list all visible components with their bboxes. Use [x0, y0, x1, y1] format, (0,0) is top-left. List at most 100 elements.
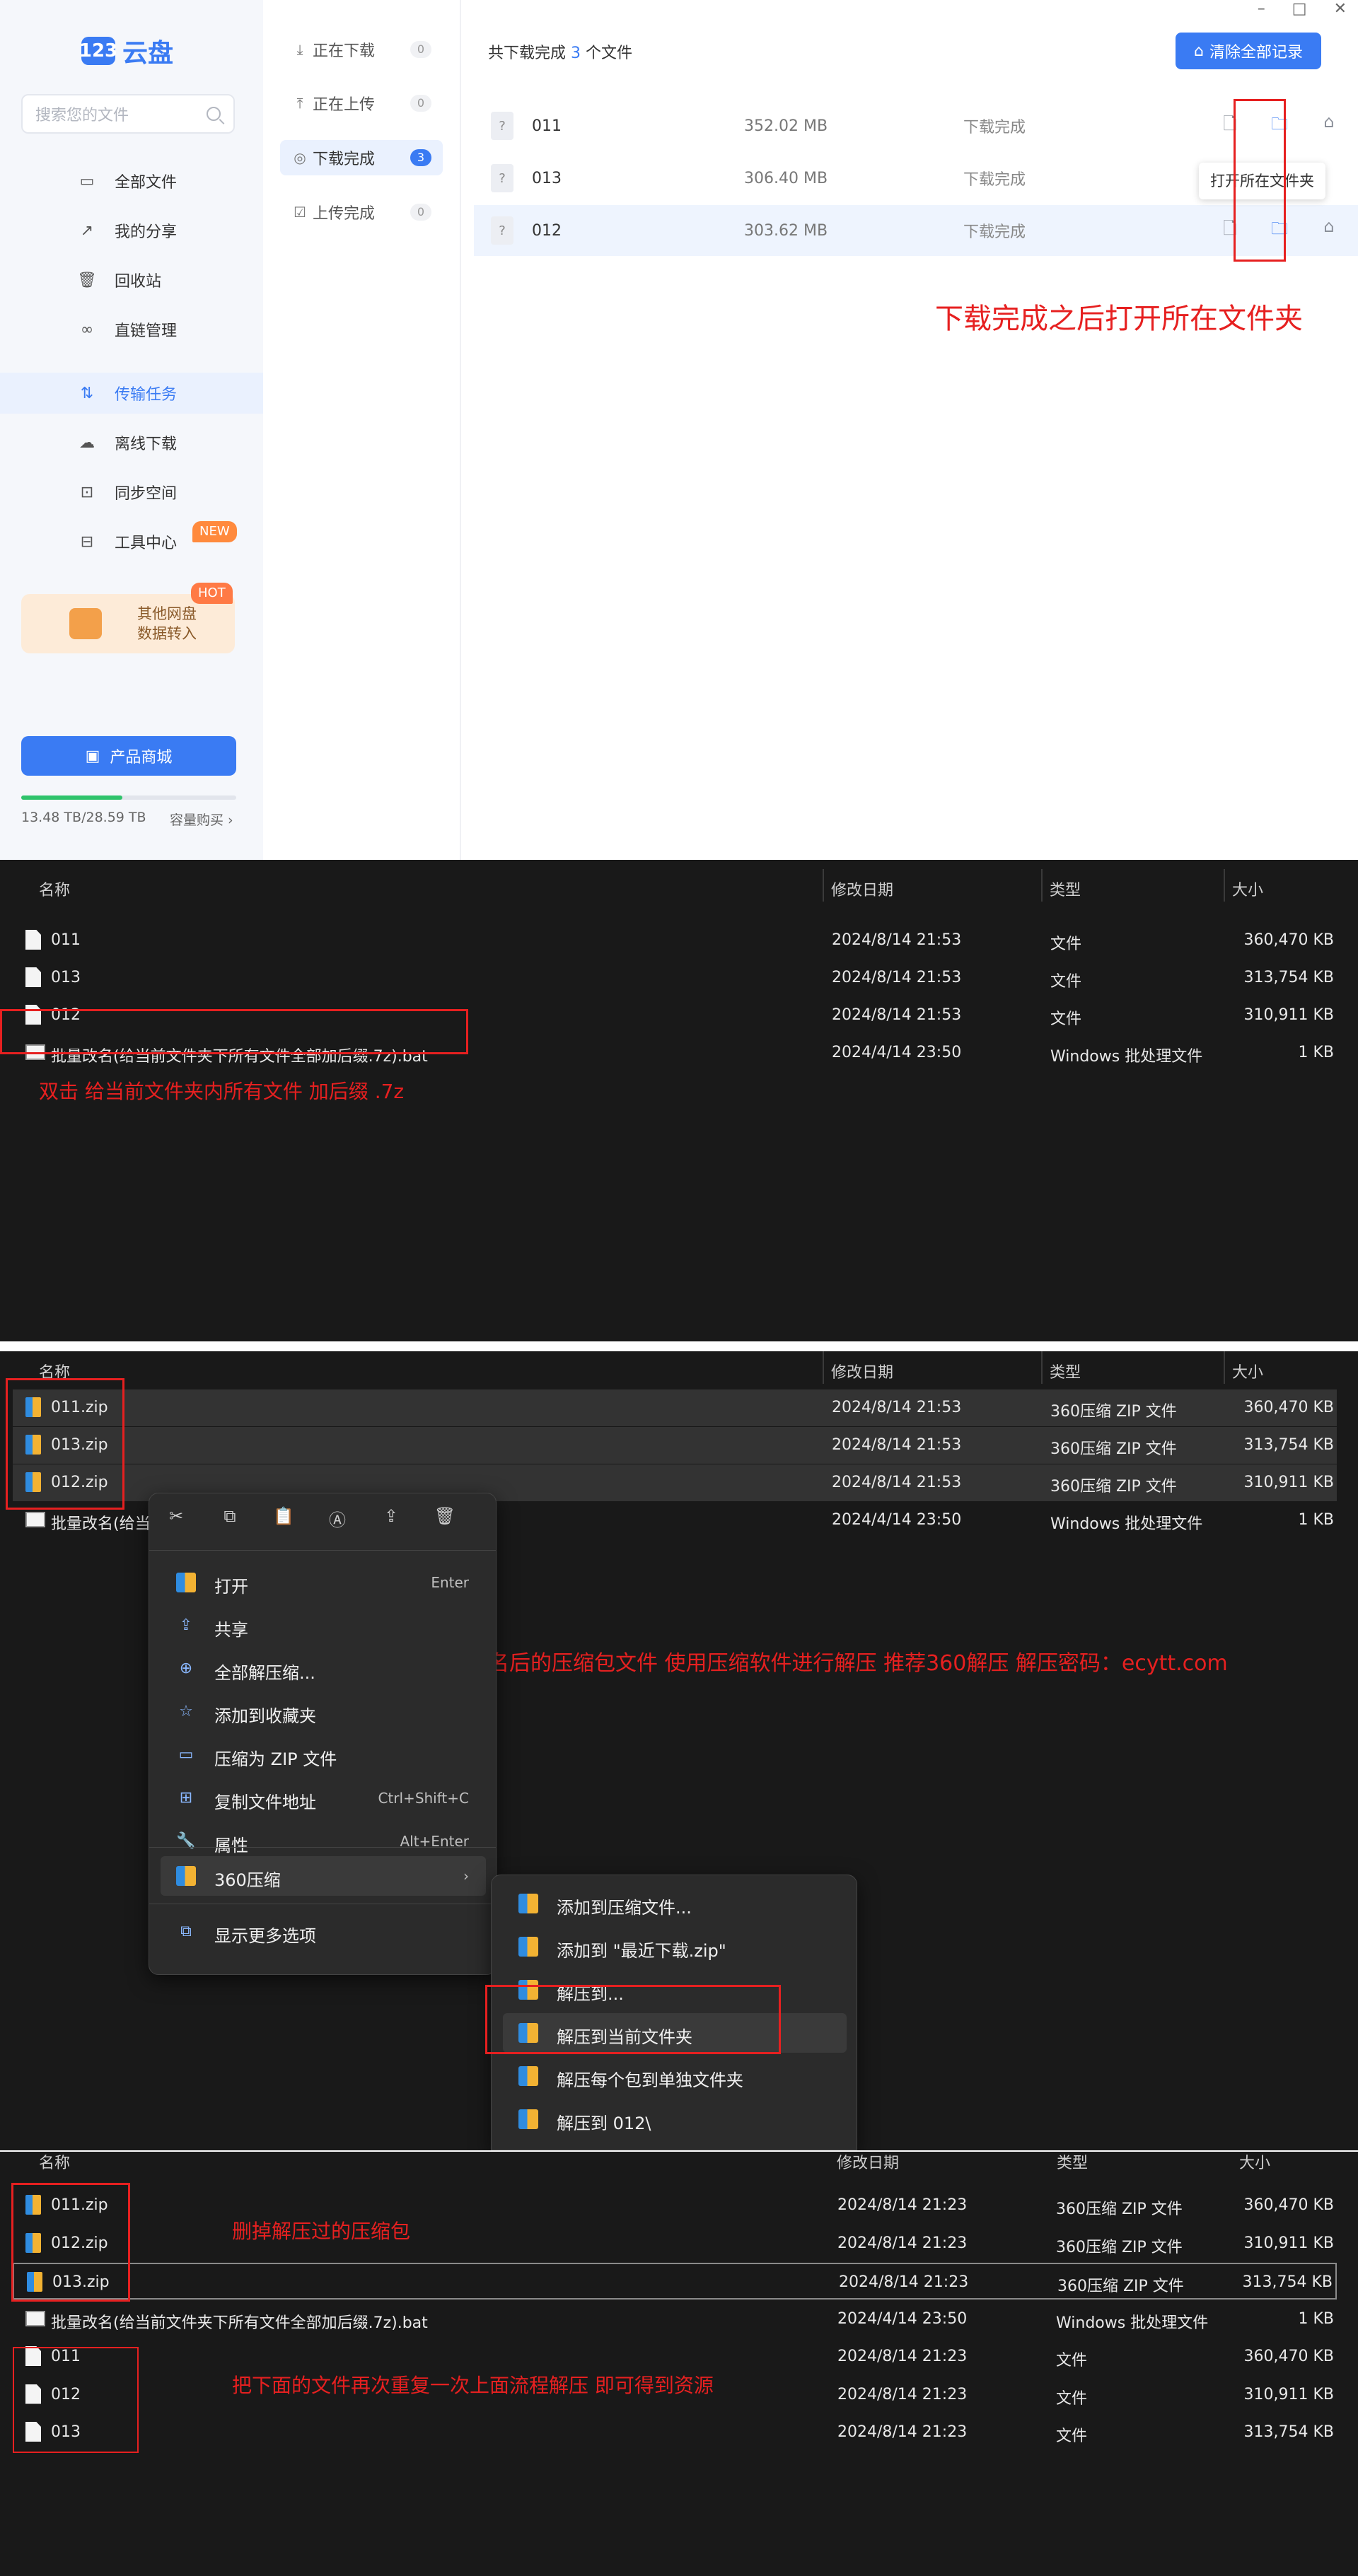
file-row[interactable]: ? 012 303.62 MB 下载完成 🗋 🗀 ⌂	[474, 205, 1358, 256]
file-type: 360压缩 ZIP 文件	[1050, 1440, 1177, 1458]
storage-usage-fill	[21, 795, 122, 800]
clear-all-records-button[interactable]: ⌂ 清除全部记录	[1176, 33, 1321, 69]
product-store-button[interactable]: ▣ 产品商城	[21, 736, 236, 776]
header-name[interactable]: 名称	[39, 2152, 70, 2173]
file-row[interactable]: 013.zip 2024/8/14 21:23 360压缩 ZIP 文件 313,75…	[13, 2263, 1337, 2300]
close-icon[interactable]: ✕	[1334, 0, 1347, 18]
column-divider[interactable]	[1041, 1351, 1043, 1384]
column-divider[interactable]	[823, 869, 824, 902]
submenu-item-label: 解压每个包到单独文件夹	[557, 2070, 743, 2090]
column-divider[interactable]	[1224, 869, 1225, 902]
summary-suffix: 个文件	[586, 45, 633, 62]
header-type[interactable]: 类型	[1057, 2152, 1088, 2173]
file-type: 文件	[1050, 973, 1082, 991]
share-icon[interactable]: ⇪	[378, 1506, 404, 1531]
header-size[interactable]: 大小	[1239, 2152, 1270, 2173]
file-size: 1 KB	[1298, 1044, 1334, 1061]
file-date: 2024/4/14 23:50	[837, 2309, 968, 2328]
sidebar-item-offline-download[interactable]: ☁ 离线下载	[0, 422, 263, 463]
menu-item[interactable]: ⊞ 复制文件地址 Ctrl+Shift+C	[161, 1778, 486, 1818]
file-type: 文件	[1050, 1010, 1082, 1028]
submenu-item[interactable]: 解压到 012\	[503, 2099, 847, 2139]
menu-item-label: 360压缩	[214, 1870, 281, 1890]
submenu-item[interactable]: 添加到 "最近下载.zip"	[503, 1927, 847, 1966]
header-type[interactable]: 类型	[1050, 1360, 1081, 1382]
search-placeholder: 搜索您的文件	[35, 107, 129, 124]
rename-icon[interactable]: Ⓐ	[325, 1506, 350, 1531]
header-date[interactable]: 修改日期	[831, 1360, 893, 1382]
file-row[interactable]: 013.zip 2024/8/14 21:53 360压缩 ZIP 文件 313,75…	[13, 1427, 1337, 1464]
sidebar-item-sync-space[interactable]: ⊡ 同步空间	[0, 472, 263, 513]
more-options-icon: ⧉	[180, 1923, 192, 1940]
cut-icon[interactable]: ✂	[163, 1506, 189, 1531]
file-date: 2024/8/14 21:23	[839, 2273, 969, 2291]
menu-item[interactable]: 打开 Enter	[161, 1563, 486, 1602]
sidebar: 123 云盘 搜索您的文件 ▭ 全部文件 ↗ 我的分享 🗑 回收站 ∞ 直链管理…	[0, 0, 263, 860]
header-size[interactable]: 大小	[1232, 878, 1263, 900]
delete-record-icon[interactable]: ⌂	[1317, 112, 1341, 141]
file-type: 360压缩 ZIP 文件	[1056, 2201, 1183, 2218]
sidebar-item-transfers[interactable]: ⇅ 传输任务	[0, 373, 263, 414]
hot-badge: HOT	[191, 583, 233, 604]
search-input[interactable]: 搜索您的文件	[21, 94, 235, 134]
tab-uploading[interactable]: ⤒ 正在上传 0	[280, 86, 443, 121]
toolbox-icon: ⊟	[80, 532, 94, 551]
column-divider[interactable]	[1041, 869, 1043, 902]
file-status: 下载完成	[963, 119, 1026, 136]
annotation-box	[11, 2183, 130, 2302]
sidebar-item-all-files[interactable]: ▭ 全部文件	[0, 161, 263, 202]
file-row[interactable]: 011 2024/8/14 21:53 文件 360,470 KB	[13, 922, 1337, 959]
search-icon[interactable]	[207, 107, 221, 121]
file-row[interactable]: 013 2024/8/14 21:53 文件 313,754 KB	[13, 960, 1337, 996]
tab-upload-complete[interactable]: ☑ 上传完成 0	[280, 194, 443, 230]
annotation-box	[1234, 99, 1286, 262]
sidebar-item-label: 我的分享	[115, 223, 178, 241]
file-row[interactable]: 012.zip 2024/8/14 21:23 360压缩 ZIP 文件 310,91…	[13, 2225, 1337, 2262]
file-size: 313,754 KB	[1242, 2273, 1333, 2291]
file-row[interactable]: 013 2024/8/14 21:23 文件 313,754 KB	[13, 2414, 1337, 2451]
column-divider[interactable]	[1224, 1351, 1225, 1384]
column-divider[interactable]	[823, 1351, 824, 1384]
header-name[interactable]: 名称	[39, 878, 70, 900]
sidebar-item-direct-links[interactable]: ∞ 直链管理	[0, 309, 263, 350]
new-badge: NEW	[192, 521, 237, 542]
header-date[interactable]: 修改日期	[837, 2152, 899, 2173]
annotation-box	[485, 1985, 781, 2054]
delete-record-icon[interactable]: ⌂	[1317, 216, 1341, 245]
summary-prefix: 共下载完成	[488, 45, 567, 62]
paste-icon[interactable]: 📋	[271, 1506, 296, 1531]
file-size: 306.40 MB	[744, 169, 828, 187]
file-name: 011	[51, 931, 81, 949]
menu-item[interactable]: ⊕ 全部解压缩...	[161, 1649, 486, 1689]
file-row[interactable]: 批量改名(给当前文件夹下所有文件全部加后缀.7z).bat 2024/4/14 2…	[13, 2301, 1337, 2338]
copy-icon[interactable]: ⧉	[217, 1506, 243, 1531]
header-date[interactable]: 修改日期	[831, 878, 893, 900]
file-row[interactable]: 011.zip 2024/8/14 21:23 360压缩 ZIP 文件 360,47…	[13, 2187, 1337, 2224]
sidebar-item-recycle-bin[interactable]: 🗑 回收站	[0, 260, 263, 301]
menu-item[interactable]: 🔧 属性 Alt+Enter	[161, 1822, 486, 1861]
sync-icon: ⊡	[80, 483, 94, 501]
header-type[interactable]: 类型	[1050, 878, 1081, 900]
maximize-icon[interactable]: □	[1292, 0, 1307, 18]
sidebar-item-my-shares[interactable]: ↗ 我的分享	[0, 210, 263, 251]
submenu-item[interactable]: 添加到压缩文件...	[503, 1884, 847, 1923]
360-zip-icon	[518, 2066, 538, 2086]
menu-item[interactable]: ☆ 添加到收藏夹	[161, 1692, 486, 1732]
menu-item[interactable]: ⇪ 共享	[161, 1606, 486, 1645]
file-row[interactable]: ? 011 352.02 MB 下载完成 🗋 🗀 ⌂	[474, 100, 1358, 151]
delete-icon[interactable]: 🗑	[432, 1506, 458, 1531]
file-row[interactable]: 011.zip 2024/8/14 21:53 360压缩 ZIP 文件 360,47…	[13, 1389, 1337, 1426]
header-size[interactable]: 大小	[1232, 1360, 1263, 1382]
tab-downloading[interactable]: ⤓ 正在下载 0	[280, 32, 443, 67]
submenu-item[interactable]: 解压每个包到单独文件夹	[503, 2056, 847, 2096]
minimize-icon[interactable]: –	[1258, 0, 1265, 18]
file-date: 2024/8/14 21:23	[837, 2423, 968, 2441]
promo-line1: 其他网盘	[137, 605, 197, 622]
menu-item[interactable]: ▭ 压缩为 ZIP 文件	[161, 1735, 486, 1775]
sidebar-item-label: 同步空间	[115, 485, 178, 503]
menu-item-360-compress[interactable]: 360压缩 ›	[161, 1856, 486, 1896]
file-size: 360,470 KB	[1243, 931, 1335, 949]
tab-download-complete[interactable]: ◎ 下载完成 3	[280, 140, 443, 175]
buy-capacity-link[interactable]: 容量购买 ›	[170, 810, 233, 829]
menu-item-show-more[interactable]: ⧉ 显示更多选项	[161, 1912, 486, 1952]
